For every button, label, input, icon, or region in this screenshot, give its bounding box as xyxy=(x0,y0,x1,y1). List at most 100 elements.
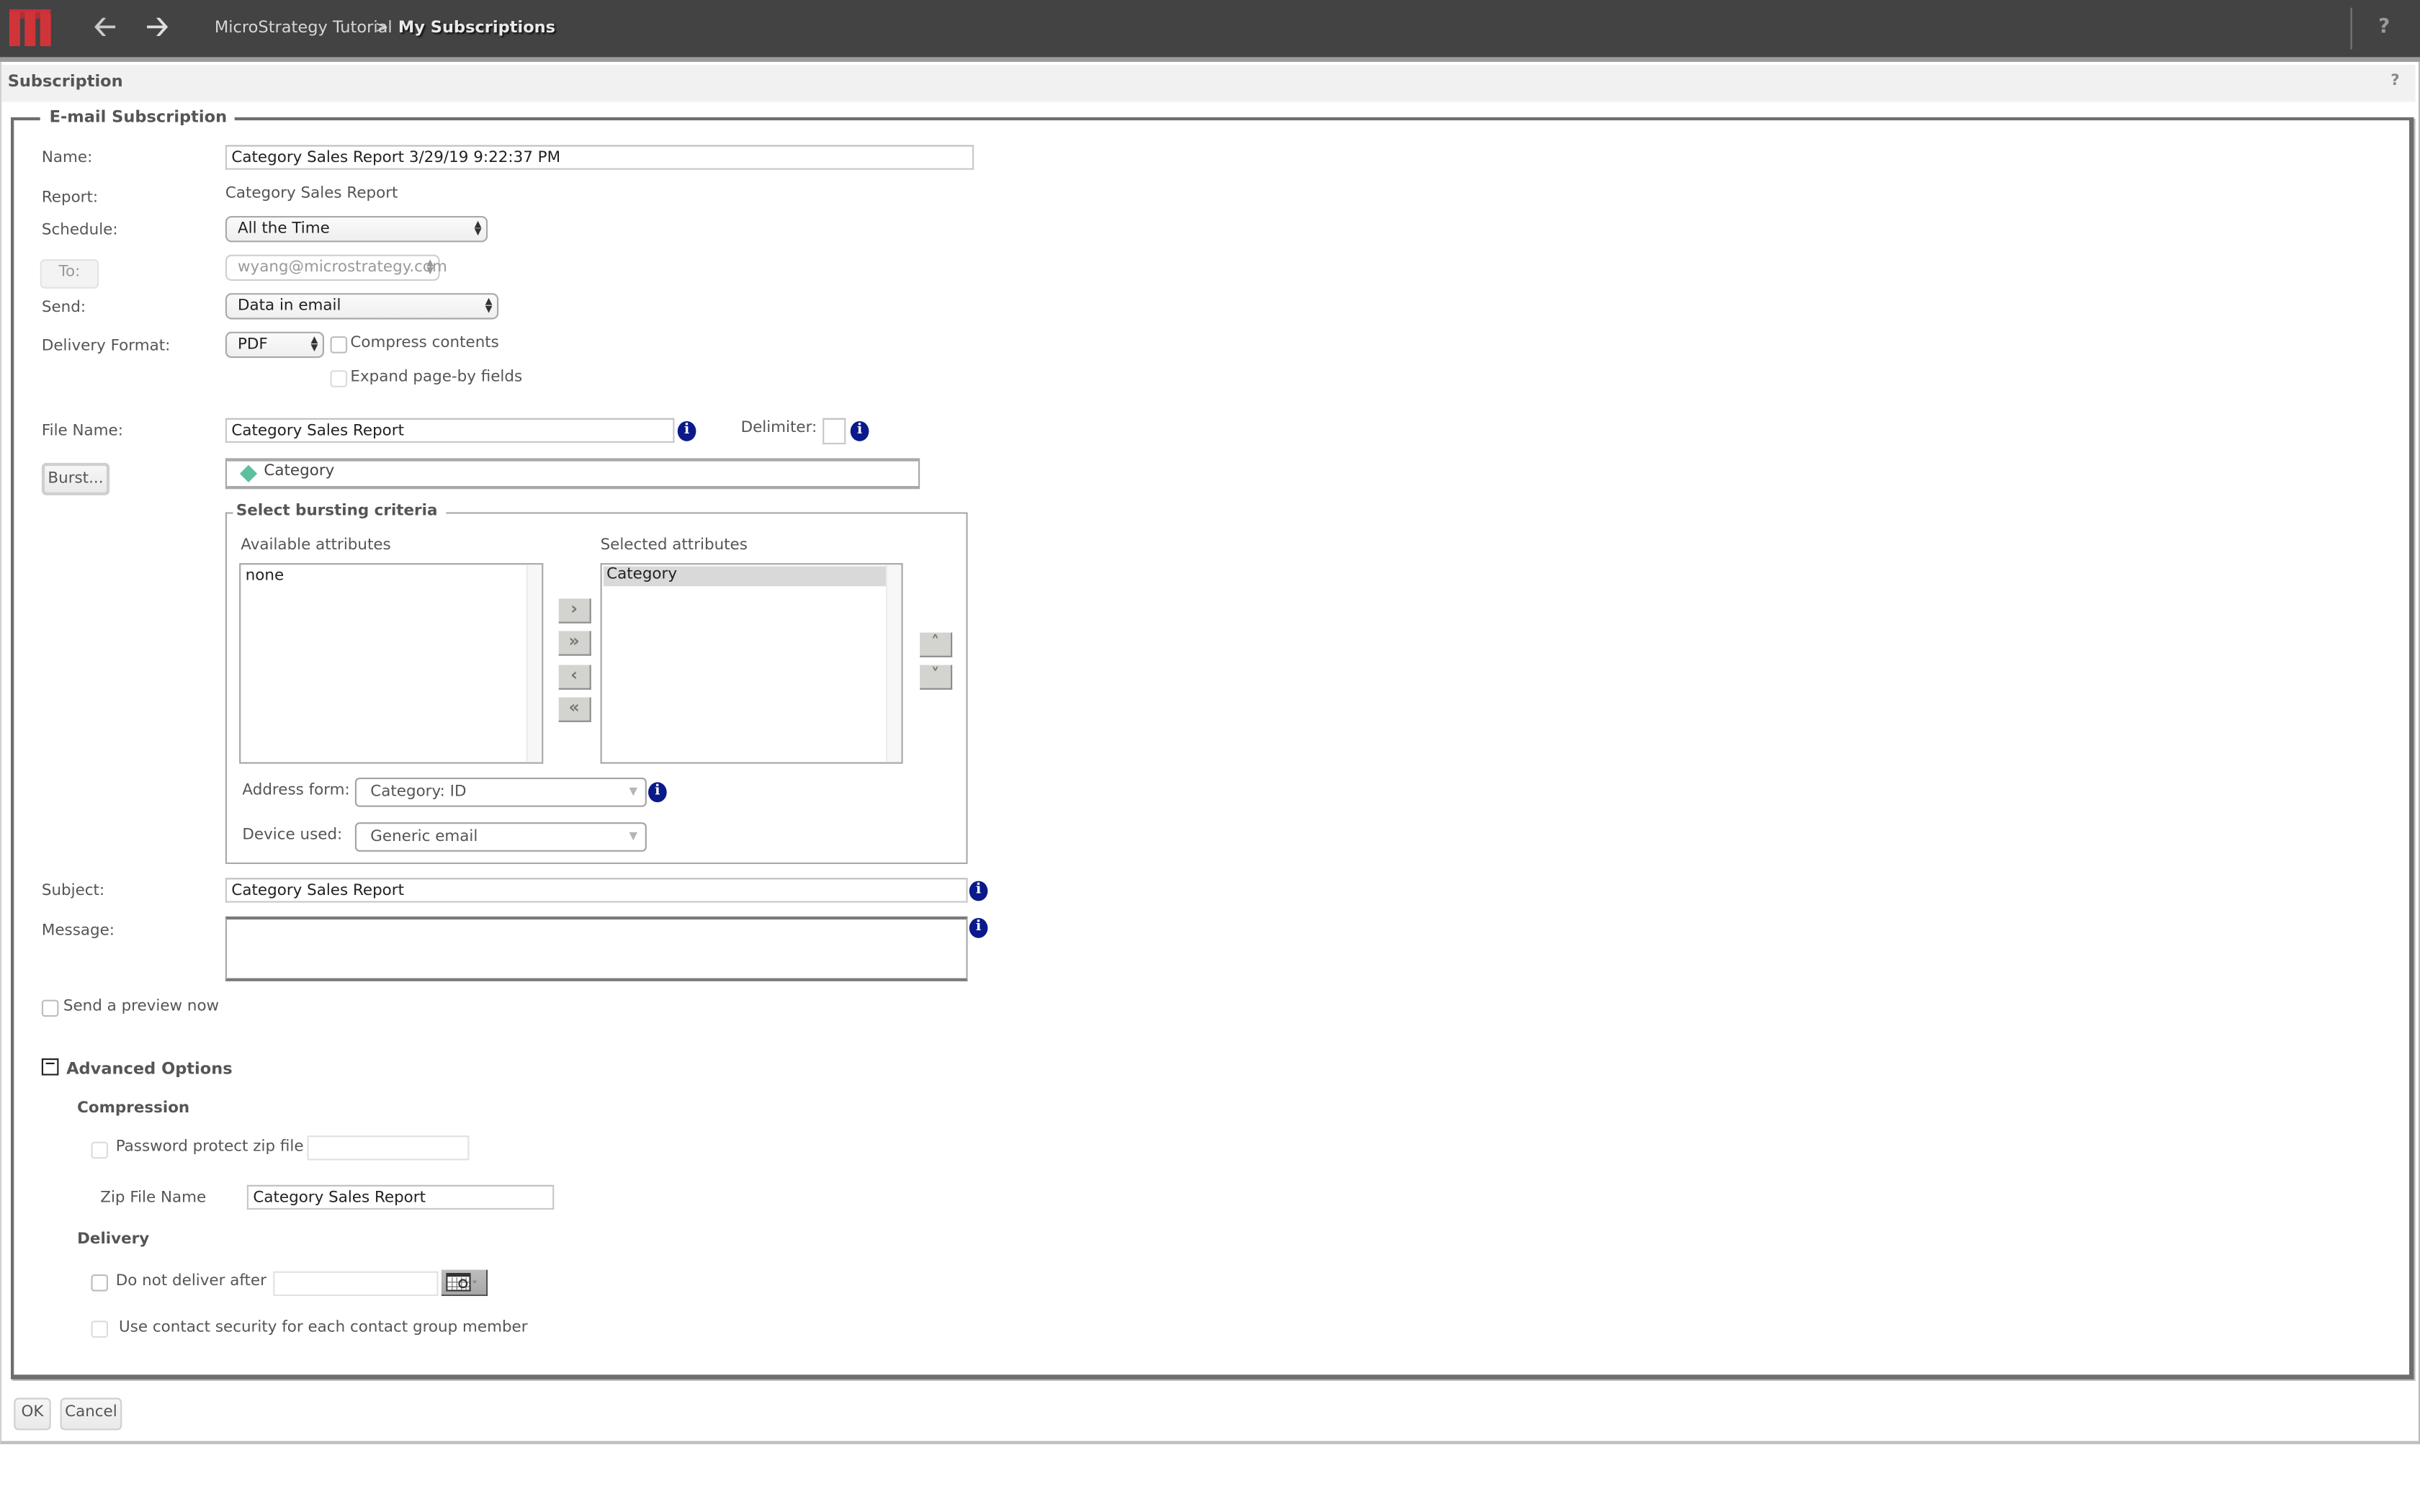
schedule-select[interactable]: All the Time ▲ ▼ xyxy=(225,216,488,243)
burst-button[interactable]: Burst... xyxy=(41,462,110,495)
password-protect-label: Password protect zip file xyxy=(115,1138,304,1156)
available-attributes-list[interactable]: none xyxy=(239,563,544,764)
contact-security-label: Use contact security for each contact gr… xyxy=(119,1319,528,1336)
select-updown-icon: ▲ ▼ xyxy=(310,335,318,354)
address-form-label: Address form: xyxy=(242,782,350,800)
ok-button[interactable]: OK xyxy=(14,1398,51,1431)
select-updown-icon: ▲ ▼ xyxy=(426,257,434,276)
list-item-selected[interactable]: Category xyxy=(603,566,888,587)
send-preview-checkbox[interactable] xyxy=(41,999,59,1017)
chevron-down-icon: ▼ xyxy=(629,785,638,798)
subject-label: Subject: xyxy=(41,882,105,900)
expand-pageby-checkbox[interactable] xyxy=(330,370,348,387)
burst-attribute-field[interactable]: Category xyxy=(225,458,920,490)
forward-button[interactable]: 🡢 xyxy=(142,12,173,43)
chevron-left-icon: ‹ xyxy=(570,665,578,685)
add-all-attributes-button[interactable]: » xyxy=(558,631,591,656)
double-chevron-right-icon: » xyxy=(568,631,580,652)
schedule-label: Schedule: xyxy=(41,222,118,240)
address-form-info-icon[interactable]: i xyxy=(648,782,667,803)
address-form-dropdown[interactable]: Category: ID ▼ xyxy=(354,778,647,807)
address-form-value: Category: ID xyxy=(370,783,467,801)
email-subscription-legend: E-mail Subscription xyxy=(40,108,235,127)
do-not-deliver-checkbox[interactable] xyxy=(91,1274,109,1292)
chevron-down-icon: ▼ xyxy=(629,829,638,843)
chevron-right-icon: › xyxy=(570,598,578,619)
file-name-label: File Name: xyxy=(41,423,123,440)
message-textarea[interactable] xyxy=(225,916,968,981)
chevron-up-icon: ˄ xyxy=(931,632,940,653)
available-attributes-label: Available attributes xyxy=(241,536,391,554)
bursting-criteria-legend: Select bursting criteria xyxy=(233,503,447,521)
subject-info-icon[interactable]: i xyxy=(969,881,988,901)
report-label: Report: xyxy=(41,189,99,207)
contact-security-checkbox[interactable] xyxy=(91,1320,109,1338)
zip-file-name-input[interactable]: Category Sales Report xyxy=(246,1184,555,1210)
remove-attribute-button[interactable]: ‹ xyxy=(558,665,591,690)
collapse-toggle-icon[interactable]: − xyxy=(41,1058,59,1076)
name-input[interactable]: Category Sales Report 3/29/19 9:22:37 PM xyxy=(225,145,974,170)
list-item[interactable]: none xyxy=(246,568,284,585)
send-label: Send: xyxy=(41,299,86,317)
schedule-value: All the Time xyxy=(238,220,330,238)
move-up-button[interactable]: ˄ xyxy=(920,632,953,657)
device-used-dropdown[interactable]: Generic email ▼ xyxy=(354,822,647,852)
advanced-options-title[interactable]: Advanced Options xyxy=(66,1060,233,1079)
message-label: Message: xyxy=(41,922,115,940)
page-title: Subscription xyxy=(7,72,123,91)
delimiter-label: Delimiter: xyxy=(740,419,817,437)
password-protect-checkbox[interactable] xyxy=(91,1141,109,1159)
select-updown-icon: ▲ ▼ xyxy=(474,219,482,238)
help-icon[interactable]: ? xyxy=(2378,15,2390,38)
subscription-editor: 🡠 🡢 MicroStrategy Tutorial > My Subscrip… xyxy=(0,0,2420,1512)
file-name-info-icon[interactable]: i xyxy=(677,421,696,441)
device-used-label: Device used: xyxy=(242,827,343,845)
list-item-label: Category xyxy=(606,566,678,584)
zip-password-input[interactable] xyxy=(307,1135,470,1161)
back-button[interactable]: 🡠 xyxy=(89,12,120,43)
delimiter-input[interactable] xyxy=(823,418,846,445)
report-value: Category Sales Report xyxy=(225,185,398,202)
expand-pageby-label: Expand page-by fields xyxy=(350,369,523,386)
compress-contents-checkbox[interactable] xyxy=(330,336,348,354)
delimiter-info-icon[interactable]: i xyxy=(850,421,869,441)
arrow-left-icon: 🡠 xyxy=(94,11,117,44)
cancel-button[interactable]: Cancel xyxy=(60,1398,122,1431)
breadcrumb-current[interactable]: My Subscriptions xyxy=(398,19,555,37)
subject-input[interactable]: Category Sales Report xyxy=(225,878,968,903)
delivery-title: Delivery xyxy=(77,1231,150,1248)
compress-contents-label: Compress contents xyxy=(350,335,499,352)
file-name-input[interactable]: Category Sales Report xyxy=(225,418,675,444)
to-button[interactable]: To: xyxy=(40,259,99,289)
to-recipient-value: wyang@microstrategy.com xyxy=(238,259,447,276)
available-list-scrollbar[interactable] xyxy=(526,564,542,762)
move-down-button[interactable]: ˅ xyxy=(920,665,953,690)
burst-attribute-value: Category xyxy=(264,462,335,480)
breadcrumb-project[interactable]: MicroStrategy Tutorial xyxy=(215,19,393,37)
compression-title: Compression xyxy=(77,1099,190,1117)
message-info-icon[interactable]: i xyxy=(969,918,988,938)
selected-attributes-list[interactable]: Category xyxy=(600,563,903,764)
selected-attributes-label: Selected attributes xyxy=(600,536,748,554)
do-not-deliver-date-input[interactable] xyxy=(273,1271,439,1297)
topbar-divider xyxy=(2350,7,2352,50)
select-updown-icon: ▲ ▼ xyxy=(485,296,493,315)
add-attribute-button[interactable]: › xyxy=(558,598,591,624)
name-label: Name: xyxy=(41,149,93,167)
send-select[interactable]: Data in email ▲ ▼ xyxy=(225,293,499,320)
page-help-icon[interactable]: ? xyxy=(2390,73,2399,90)
do-not-deliver-label: Do not deliver after xyxy=(115,1272,266,1290)
calendar-picker-button[interactable] xyxy=(441,1269,488,1297)
device-used-value: Generic email xyxy=(370,828,478,846)
selected-list-scrollbar[interactable] xyxy=(886,564,902,762)
delivery-format-select[interactable]: PDF ▲ ▼ xyxy=(225,331,325,359)
chevron-down-icon: ˅ xyxy=(931,665,940,685)
send-preview-label: Send a preview now xyxy=(63,998,220,1016)
delivery-format-label: Delivery Format: xyxy=(41,338,171,355)
arrow-right-icon: 🡢 xyxy=(145,11,169,44)
remove-all-attributes-button[interactable]: « xyxy=(558,697,591,722)
calendar-icon xyxy=(446,1272,478,1292)
microstrategy-logo[interactable] xyxy=(9,9,55,47)
to-recipient-select[interactable]: wyang@microstrategy.com ▲ ▼ xyxy=(225,254,447,282)
double-chevron-left-icon: « xyxy=(568,697,580,718)
